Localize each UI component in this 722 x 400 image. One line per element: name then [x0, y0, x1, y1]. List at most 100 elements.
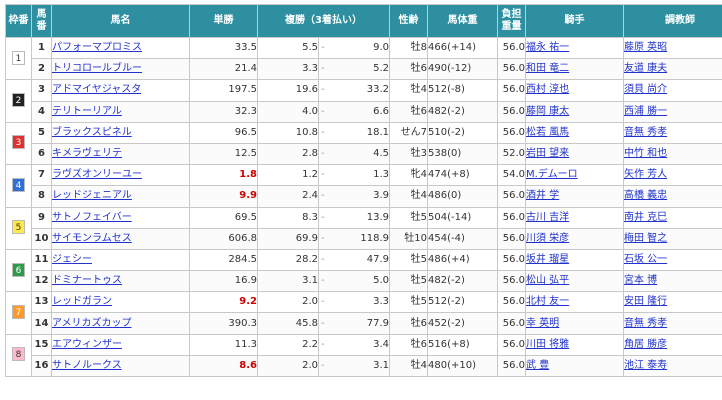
- horse-number: 11: [31, 248, 52, 272]
- trainer-link[interactable]: 安田 隆行: [625, 296, 668, 307]
- horse-name-link[interactable]: レッドジェニアル: [53, 190, 132, 201]
- table-row: 8 15 エアウィンザー 11.3 2.2- 3.4 牡6 516(+8) 56.0 川田 将雅 角…: [5, 333, 722, 378]
- sex-age: 牡4: [389, 185, 428, 208]
- trainer-link[interactable]: 梅田 智之: [625, 233, 668, 244]
- trainer-cell: 梅田 智之: [623, 227, 722, 250]
- horse-number: 15: [31, 333, 52, 356]
- carried-weight: 56.0: [497, 79, 526, 102]
- frame-badge: 6: [12, 262, 25, 277]
- header-sexage: 性齢: [389, 4, 428, 38]
- jockey-link[interactable]: 和田 竜二: [527, 63, 570, 74]
- jockey-link[interactable]: 岩田 望来: [527, 148, 570, 159]
- sex-age: 牡6: [389, 333, 428, 356]
- horse-name-link[interactable]: ドミナートゥス: [53, 275, 123, 286]
- horse-name-link[interactable]: サトノフェイバー: [53, 212, 132, 223]
- trainer-link[interactable]: 高橋 義忠: [625, 190, 668, 201]
- range-dash: -: [321, 169, 325, 181]
- table-row: 2 3 アドマイヤジャスタ 197.5 19.6- 33.2 牡4 512(-8) 56.0 西村…: [5, 79, 722, 123]
- horse-name-link[interactable]: ブラックスピネル: [53, 127, 132, 138]
- horse-name-cell: テリトーリアル: [51, 100, 190, 123]
- table-row: 6 キメラヴェリテ 12.5 2.8- 4.5 牡3 538(0) 52.0 岩田 望来 中竹 和…: [6, 142, 722, 166]
- horse-name-cell: サトノフェイバー: [51, 206, 190, 229]
- horse-number: 14: [31, 312, 52, 335]
- range-dash: -: [321, 338, 325, 350]
- trainer-link[interactable]: 藤原 英昭: [625, 42, 668, 53]
- table-row: 12 ドミナートゥス 16.9 3.1- 5.0 牡5 482(-2) 56.0 松山 弘平 宮本…: [6, 270, 722, 293]
- horse-name-link[interactable]: アドマイヤジャスタ: [53, 84, 142, 95]
- jockey-link[interactable]: 北村 友一: [527, 296, 570, 307]
- header-umaban-line1: 馬: [36, 9, 47, 20]
- place-odds-max-cell: - 5.2: [318, 58, 390, 81]
- trainer-link[interactable]: 音無 秀孝: [625, 318, 668, 329]
- sex-age: 牡6: [389, 312, 428, 335]
- trainer-cell: 石坂 公一: [623, 248, 722, 272]
- jockey-link[interactable]: 松山 弘平: [527, 275, 570, 286]
- trainer-link[interactable]: 矢作 芳人: [625, 169, 668, 180]
- horse-weight: 516(+8): [427, 333, 498, 356]
- jockey-link[interactable]: 酒井 学: [527, 190, 560, 201]
- carried-weight: 56.0: [497, 185, 526, 208]
- trainer-link[interactable]: 友道 康夫: [625, 63, 668, 74]
- trainer-link[interactable]: 須貝 尚介: [625, 84, 668, 95]
- place-odds-max: 118.9: [360, 232, 389, 244]
- jockey-link[interactable]: 川須 栄彦: [527, 233, 570, 244]
- jockey-link[interactable]: 福永 祐一: [527, 42, 570, 53]
- horse-name-link[interactable]: テリトーリアル: [53, 106, 122, 117]
- jockey-link[interactable]: 川田 将雅: [527, 339, 570, 350]
- trainer-link[interactable]: 角居 勝彦: [625, 339, 668, 350]
- trainer-cell: 須貝 尚介: [623, 79, 722, 102]
- place-odds-max-cell: - 3.3: [318, 291, 390, 314]
- place-odds-max: 47.9: [366, 253, 389, 265]
- trainer-cell: 友道 康夫: [623, 58, 722, 81]
- header-weight: 馬体重: [427, 4, 498, 38]
- trainer-cell: 中竹 和也: [623, 142, 722, 166]
- place-odds-max-cell: - 33.2: [318, 79, 390, 102]
- trainer-link[interactable]: 南井 克巳: [625, 212, 668, 223]
- place-odds-min: 28.2: [257, 248, 319, 272]
- trainer-link[interactable]: 宮本 博: [625, 275, 658, 286]
- horse-name-link[interactable]: ジェシー: [53, 254, 93, 265]
- horse-weight: 512(-8): [427, 79, 498, 102]
- jockey-link[interactable]: 武 豊: [527, 360, 550, 371]
- jockey-link[interactable]: 藤岡 康太: [527, 106, 570, 117]
- trainer-cell: 安田 隆行: [623, 291, 722, 314]
- jockey-link[interactable]: 西村 淳也: [527, 84, 570, 95]
- horse-name-link[interactable]: アメリカズカップ: [53, 318, 132, 329]
- horse-weight: 474(+8): [427, 164, 498, 187]
- trainer-link[interactable]: 石坂 公一: [625, 254, 668, 265]
- place-odds-min: 2.4: [257, 185, 319, 208]
- horse-name-link[interactable]: レッドガラン: [53, 296, 113, 307]
- horse-name-link[interactable]: キメラヴェリテ: [53, 148, 123, 159]
- horse-name-link[interactable]: ラヴズオンリーユー: [53, 169, 143, 180]
- horse-name-cell: サイモンラムセス: [51, 227, 190, 250]
- carried-weight: 56.0: [497, 100, 526, 123]
- table-row: 4 テリトーリアル 32.3 4.0- 6.6 牡6 482(-2) 56.0 藤岡 康太 西浦 …: [6, 100, 722, 123]
- jockey-link[interactable]: 古川 吉洋: [527, 212, 570, 223]
- trainer-link[interactable]: 音無 秀孝: [625, 127, 668, 138]
- horse-weight: 482(-2): [427, 270, 498, 293]
- jockey-cell: 北村 友一: [525, 291, 624, 314]
- jockey-cell: 藤岡 康太: [525, 100, 624, 123]
- trainer-link[interactable]: 池江 泰寿: [625, 360, 668, 371]
- horse-name-link[interactable]: トリコロールブルー: [53, 63, 143, 74]
- horse-number: 13: [31, 291, 52, 314]
- trainer-link[interactable]: 中竹 和也: [625, 148, 668, 159]
- jockey-cell: 松若 風馬: [525, 121, 624, 144]
- horse-name-cell: ドミナートゥス: [51, 270, 190, 293]
- jockey-link[interactable]: 幸 英明: [527, 318, 560, 329]
- place-odds-max-cell: - 3.1: [318, 354, 390, 378]
- horse-name-link[interactable]: サトノルークス: [53, 360, 122, 371]
- trainer-link[interactable]: 西浦 勝一: [625, 106, 668, 117]
- range-dash: -: [321, 359, 325, 371]
- horse-name-link[interactable]: サイモンラムセス: [53, 233, 132, 244]
- jockey-link[interactable]: 坂井 瑠星: [527, 254, 570, 265]
- horse-number: 7: [31, 164, 52, 187]
- horse-name-link[interactable]: エアウィンザー: [53, 339, 123, 350]
- horse-weight: 504(-14): [427, 206, 498, 229]
- horse-name-cell: ブラックスピネル: [51, 121, 190, 144]
- horse-name-link[interactable]: パフォーマプロミス: [53, 42, 143, 53]
- win-odds: 1.8: [189, 164, 258, 187]
- table-row: 10 サイモンラムセス 606.8 69.9- 118.9 牡10 454(-4) 56.0 川…: [6, 227, 722, 250]
- jockey-link[interactable]: 松若 風馬: [527, 127, 570, 138]
- jockey-link[interactable]: M.デムーロ: [527, 169, 578, 180]
